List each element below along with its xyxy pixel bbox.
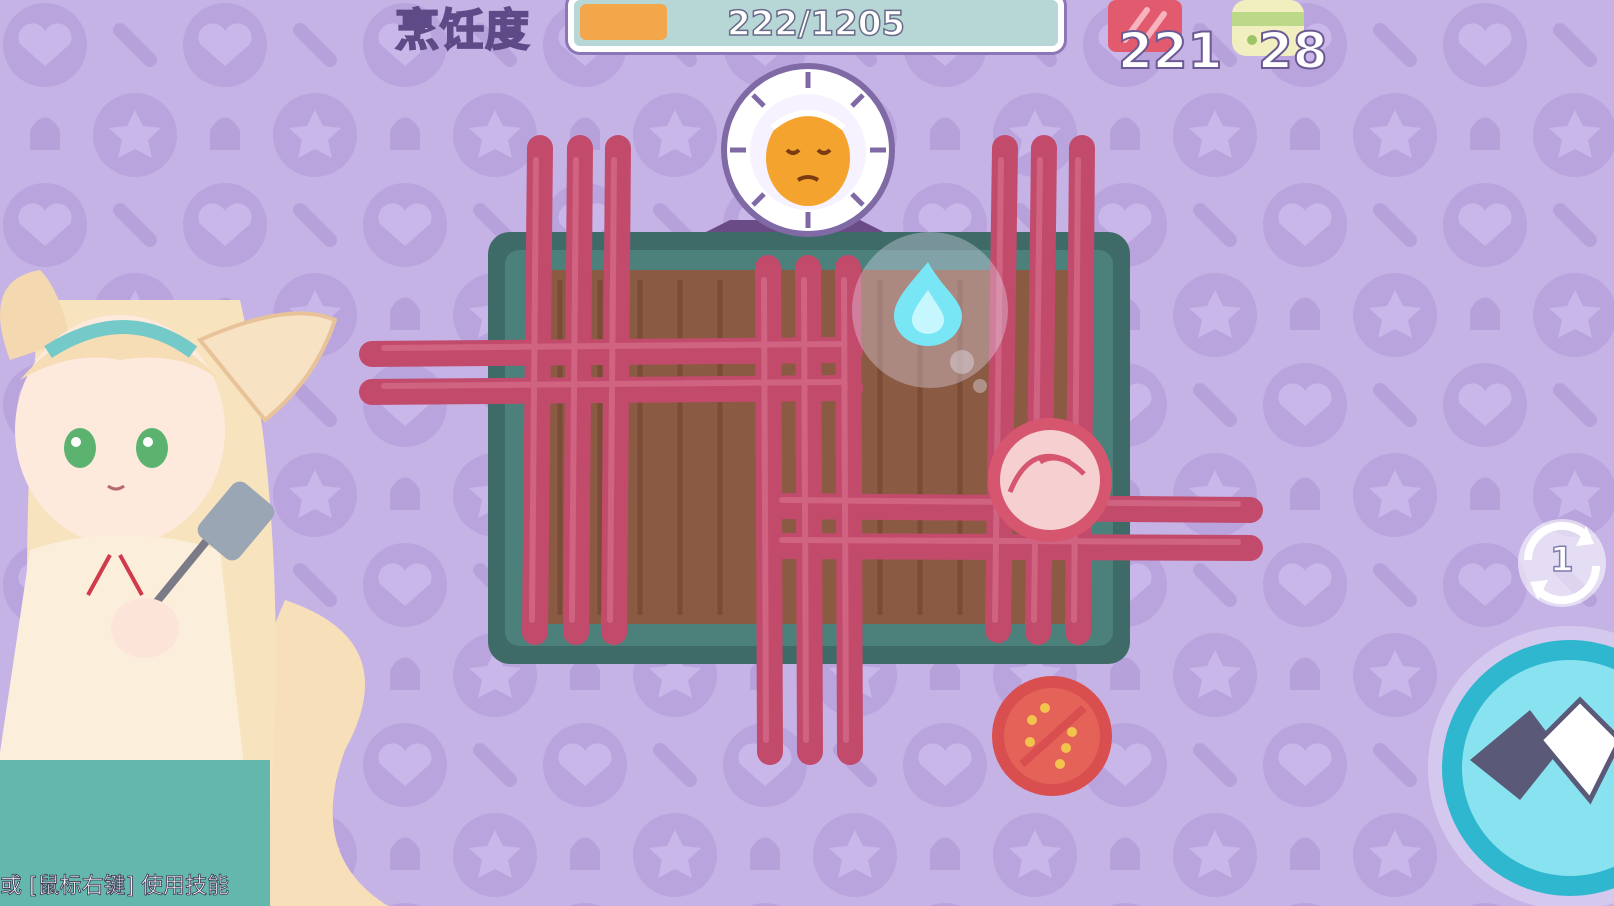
reset-counter: 1 [1549,539,1574,581]
right-controls [1428,519,1614,906]
skill-icon[interactable] [1428,626,1614,906]
skill-hint-text: 或 [鼠标右键] 使用技能 [0,874,230,900]
